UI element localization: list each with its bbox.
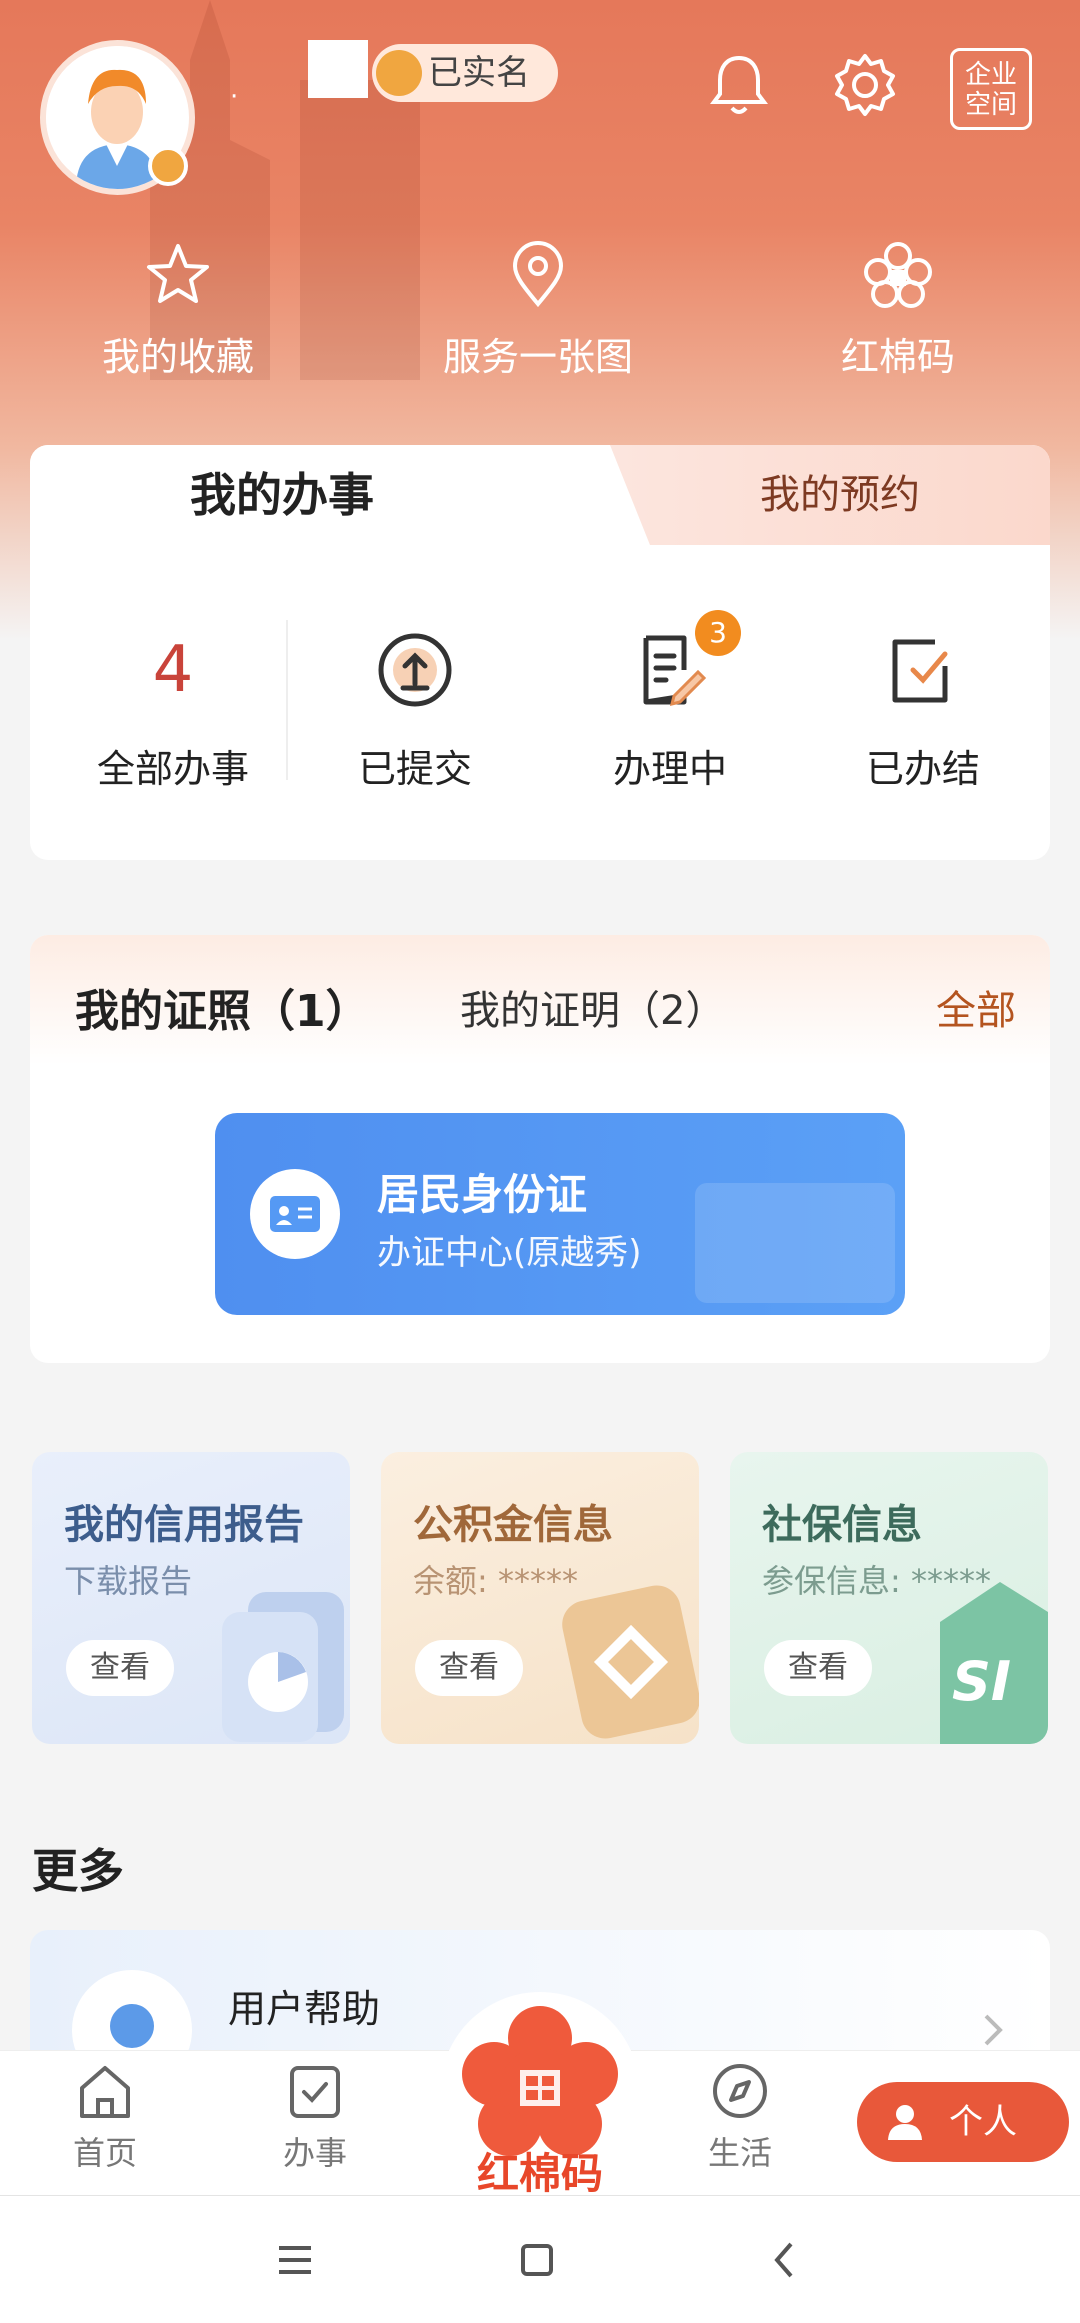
tab-my-licenses[interactable]: 我的证照（1）	[75, 975, 370, 1039]
tile-title: 公积金信息	[413, 1502, 613, 1548]
tile-credit-report[interactable]: 我的信用报告 下载报告 查看	[32, 1452, 350, 1744]
verified-label: 已实名	[428, 53, 530, 93]
home-icon	[80, 2066, 130, 2118]
tab-life[interactable]: 生活	[665, 2060, 815, 2174]
id-card-watermark-icon	[695, 1183, 895, 1303]
stat-label: 已提交	[357, 747, 472, 791]
chevron-right-icon	[984, 2014, 1003, 2046]
tab-my-affairs[interactable]: 我的办事	[30, 445, 650, 545]
verified-icon	[376, 50, 422, 96]
affairs-tabs: 我的预约 我的办事	[30, 445, 1050, 545]
location-badge-icon	[148, 146, 188, 186]
star-icon	[147, 244, 209, 303]
stat-all-affairs[interactable]: 4 全部办事	[48, 620, 298, 793]
divider	[286, 620, 288, 780]
tile-view-button[interactable]: 查看	[66, 1640, 174, 1696]
tile-view-button[interactable]: 查看	[415, 1640, 523, 1696]
stat-label: 全部办事	[96, 747, 249, 791]
menu-icon[interactable]	[265, 2230, 325, 2290]
name-mask	[308, 40, 368, 98]
stat-processing[interactable]: 3 办理中	[545, 610, 795, 793]
kapok-code-label: 红棉码	[476, 2149, 603, 2198]
quick-favorites[interactable]: 我的收藏	[28, 240, 328, 381]
verified-badge[interactable]: 已实名	[372, 44, 558, 102]
username: ·	[230, 82, 239, 112]
home-square-icon[interactable]	[507, 2230, 567, 2290]
compass-icon	[713, 2064, 767, 2118]
checked-box-icon	[892, 639, 948, 703]
stat-count: 4	[152, 633, 194, 707]
tab-affairs[interactable]: 办事	[240, 2060, 390, 2174]
person-icon	[888, 2105, 922, 2140]
tile-social-security[interactable]: 社保信息 参保信息: ***** 查看 SI	[730, 1452, 1048, 1744]
bell-icon[interactable]	[704, 50, 774, 120]
svg-text:SI: SI	[952, 1650, 1011, 1713]
id-card-subtitle: 办证中心(原越秀)	[377, 1233, 642, 1273]
id-card-icon	[250, 1169, 340, 1259]
housing-fund-icon	[562, 1585, 699, 1739]
tab-label: 办事	[282, 2134, 347, 2172]
enterprise-label: 企业空间	[964, 60, 1017, 120]
tab-label: 首页	[72, 2134, 137, 2172]
social-security-icon: SI	[940, 1582, 1048, 1744]
quick-kapok-code[interactable]: 红棉码	[748, 240, 1048, 381]
tab-my-proofs[interactable]: 我的证明（2）	[460, 978, 725, 1036]
stat-label: 办理中	[612, 747, 727, 791]
id-card-item[interactable]: 居民身份证 办证中心(原越秀)	[215, 1113, 905, 1315]
tab-my-appointments[interactable]: 我的预约	[590, 445, 1050, 545]
back-icon[interactable]	[755, 2230, 815, 2290]
tile-housing-fund[interactable]: 公积金信息 余额: ***** 查看	[381, 1452, 699, 1744]
stat-completed[interactable]: 已办结	[798, 620, 1048, 793]
more-section-title: 更多	[32, 1844, 124, 1898]
stat-label: 已办结	[865, 747, 980, 791]
processing-badge: 3	[695, 610, 741, 656]
enterprise-space-button[interactable]: 企业空间	[950, 48, 1032, 130]
quick-label: 我的收藏	[101, 335, 254, 379]
tab-personal[interactable]: 个人	[857, 2082, 1069, 2162]
id-card-title: 居民身份证	[377, 1170, 588, 1219]
upload-icon	[378, 633, 452, 707]
tile-subtitle: 下载报告	[64, 1562, 193, 1600]
tab-label: 个人	[949, 2102, 1017, 2142]
tile-view-button[interactable]: 查看	[764, 1640, 872, 1696]
clipboard-check-icon	[290, 2066, 340, 2118]
quick-service-map[interactable]: 服务一张图	[388, 240, 688, 381]
licenses-all-link[interactable]: 全部	[936, 978, 1016, 1036]
tab-label: 生活	[707, 2134, 772, 2172]
quick-label: 服务一张图	[442, 335, 633, 379]
location-pin-icon	[512, 241, 564, 308]
gear-icon[interactable]	[830, 50, 900, 120]
kapok-flower-icon	[864, 242, 932, 308]
tab-home[interactable]: 首页	[30, 2060, 180, 2174]
pie-report-icon	[222, 1592, 344, 1742]
stat-submitted[interactable]: 已提交	[290, 620, 540, 793]
tile-title: 我的信用报告	[64, 1502, 304, 1548]
quick-label: 红棉码	[840, 335, 955, 379]
help-label: 用户帮助	[228, 1987, 381, 2031]
tile-title: 社保信息	[762, 1502, 922, 1548]
